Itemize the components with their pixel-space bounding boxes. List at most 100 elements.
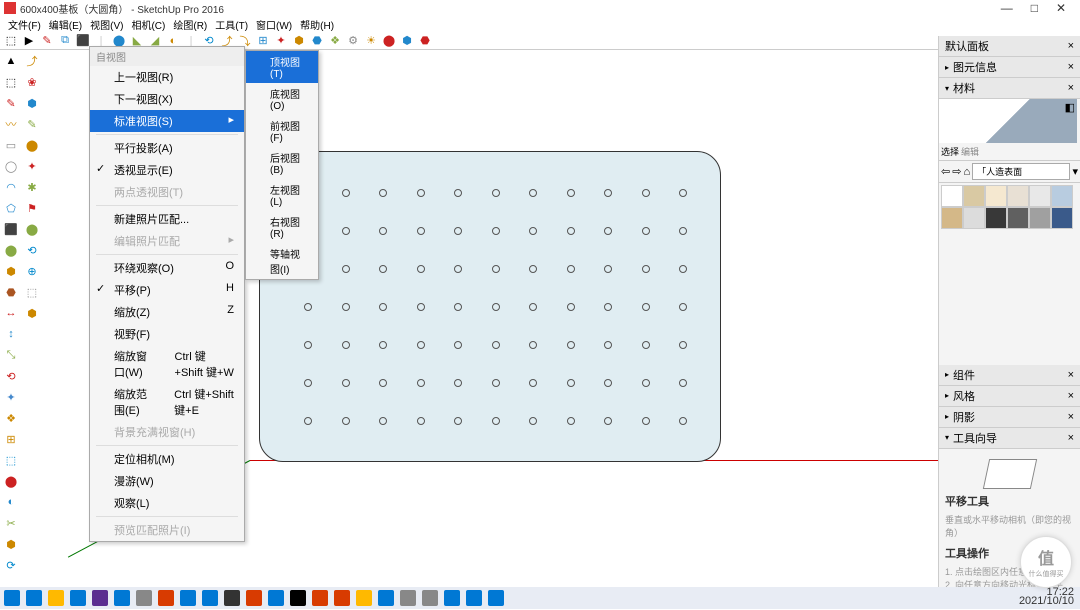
tool-icon-34[interactable]: ⟲ bbox=[23, 241, 41, 259]
submenu-item[interactable]: 底视图(O) bbox=[246, 83, 318, 115]
menu-item[interactable]: 上一视图(R) bbox=[90, 66, 244, 88]
taskbar-icon-19[interactable] bbox=[422, 590, 438, 606]
taskbar[interactable] bbox=[0, 587, 1080, 609]
taskbar-icon-3[interactable] bbox=[70, 590, 86, 606]
toolbar-icon-19[interactable]: ⚙ bbox=[346, 34, 360, 48]
menu-0[interactable]: 文件(F) bbox=[4, 16, 45, 32]
material-swatch[interactable] bbox=[1029, 185, 1051, 207]
menu-item[interactable]: ✓平移(P)H bbox=[90, 279, 244, 301]
menu-7[interactable]: 帮助(H) bbox=[296, 16, 338, 32]
material-swatch[interactable] bbox=[1051, 207, 1073, 229]
camera-menu[interactable]: 自视图 上一视图(R)下一视图(X)标准视图(S)▸平行投影(A)✓透视显示(E… bbox=[89, 46, 245, 542]
select-tab[interactable]: 选择 bbox=[941, 145, 959, 158]
tool-icon-2[interactable]: ✎ bbox=[2, 94, 20, 112]
taskbar-icon-4[interactable] bbox=[92, 590, 108, 606]
system-tray[interactable]: 17:22 2021/10/10 bbox=[1019, 588, 1074, 606]
taskbar-icon-2[interactable] bbox=[48, 590, 64, 606]
taskbar-icon-12[interactable] bbox=[268, 590, 284, 606]
tool-icon-10[interactable]: ⬢ bbox=[2, 262, 20, 280]
material-swatch[interactable] bbox=[1029, 207, 1051, 229]
tool-icon-7[interactable]: ⬠ bbox=[2, 199, 20, 217]
tool-icon-17[interactable]: ❖ bbox=[2, 409, 20, 427]
menu-item[interactable]: 标准视图(S)▸ bbox=[90, 110, 244, 132]
minimize-button[interactable]: — bbox=[1001, 1, 1013, 15]
taskbar-icon-20[interactable] bbox=[444, 590, 460, 606]
toolbar-icon-23[interactable]: ⬣ bbox=[418, 34, 432, 48]
tool-icon-25[interactable]: ⤴ bbox=[23, 52, 41, 70]
taskbar-icon-21[interactable] bbox=[466, 590, 482, 606]
menu-icon[interactable]: ▾ bbox=[1072, 165, 1078, 178]
taskbar-icon-0[interactable] bbox=[4, 590, 20, 606]
fwd-icon[interactable]: ⇨ bbox=[952, 165, 961, 178]
tool-icon-5[interactable]: ◯ bbox=[2, 157, 20, 175]
toolbar-icon-15[interactable]: ✦ bbox=[274, 34, 288, 48]
tool-icon-14[interactable]: ⤡ bbox=[2, 346, 20, 364]
taskbar-icon-10[interactable] bbox=[224, 590, 240, 606]
taskbar-icon-5[interactable] bbox=[114, 590, 130, 606]
toolbar-icon-20[interactable]: ☀ bbox=[364, 34, 378, 48]
toolbar-icon-4[interactable]: ⬛ bbox=[76, 34, 90, 48]
toolbar-icon-1[interactable]: ▶ bbox=[22, 34, 36, 48]
menu-item[interactable]: 环绕观察(O)O bbox=[90, 257, 244, 279]
tool-icon-19[interactable]: ⬚ bbox=[2, 451, 20, 469]
model-board[interactable] bbox=[259, 151, 721, 462]
standard-views-submenu[interactable]: 顶视图(T)底视图(O)前视图(F)后视图(B)左视图(L)右视图(R)等轴视图… bbox=[245, 50, 319, 280]
shadows-header[interactable]: ▸阴影× bbox=[939, 407, 1080, 428]
material-swatch[interactable] bbox=[1051, 185, 1073, 207]
tool-icon-28[interactable]: ✎ bbox=[23, 115, 41, 133]
menu-item[interactable]: 观察(L) bbox=[90, 492, 244, 514]
material-swatch[interactable] bbox=[985, 185, 1007, 207]
menu-1[interactable]: 编辑(E) bbox=[45, 16, 86, 32]
panel-close-icon[interactable]: × bbox=[1068, 40, 1074, 52]
toolbar-icon-14[interactable]: ⊞ bbox=[256, 34, 270, 48]
material-swatch[interactable] bbox=[985, 207, 1007, 229]
taskbar-icon-11[interactable] bbox=[246, 590, 262, 606]
taskbar-icon-15[interactable] bbox=[334, 590, 350, 606]
tool-icon-16[interactable]: ✦ bbox=[2, 388, 20, 406]
toolbar-icon-2[interactable]: ✎ bbox=[40, 34, 54, 48]
menu-item[interactable]: 缩放(Z)Z bbox=[90, 301, 244, 323]
menu-item[interactable]: 漫游(W) bbox=[90, 470, 244, 492]
tool-icon-36[interactable]: ⬚ bbox=[23, 283, 41, 301]
submenu-item[interactable]: 后视图(B) bbox=[246, 147, 318, 179]
submenu-item[interactable]: 左视图(L) bbox=[246, 179, 318, 211]
menu-item[interactable]: 平行投影(A) bbox=[90, 137, 244, 159]
tool-icon-21[interactable]: ◐ bbox=[2, 493, 20, 511]
tool-icon-20[interactable]: ⬤ bbox=[2, 472, 20, 490]
tool-icon-24[interactable]: ⟳ bbox=[2, 556, 20, 574]
tool-icon-37[interactable]: ⬢ bbox=[23, 304, 41, 322]
menu-item[interactable]: ✓透视显示(E) bbox=[90, 159, 244, 181]
taskbar-icon-7[interactable] bbox=[158, 590, 174, 606]
submenu-item[interactable]: 右视图(R) bbox=[246, 211, 318, 243]
toolbar-icon-22[interactable]: ⬢ bbox=[400, 34, 414, 48]
toolbar-icon-3[interactable]: ⧉ bbox=[58, 34, 72, 48]
taskbar-icon-1[interactable] bbox=[26, 590, 42, 606]
tool-icon-27[interactable]: ⬢ bbox=[23, 94, 41, 112]
material-swatch[interactable] bbox=[1007, 207, 1029, 229]
taskbar-icon-9[interactable] bbox=[202, 590, 218, 606]
tool-icon-32[interactable]: ⚑ bbox=[23, 199, 41, 217]
material-swatch[interactable] bbox=[941, 185, 963, 207]
tool-icon-22[interactable]: ✂ bbox=[2, 514, 20, 532]
tool-icon-8[interactable]: ⬛ bbox=[2, 220, 20, 238]
submenu-item[interactable]: 前视图(F) bbox=[246, 115, 318, 147]
menu-3[interactable]: 相机(C) bbox=[127, 16, 169, 32]
tool-icon-33[interactable]: ⬤ bbox=[23, 220, 41, 238]
entity-info-header[interactable]: ▸图元信息× bbox=[939, 57, 1080, 78]
tool-icon-13[interactable]: ↕ bbox=[2, 325, 20, 343]
taskbar-icon-13[interactable] bbox=[290, 590, 306, 606]
taskbar-icon-14[interactable] bbox=[312, 590, 328, 606]
material-category-select[interactable]: 「人造表面 bbox=[972, 163, 1070, 180]
material-create-icon[interactable]: ◧ bbox=[1065, 101, 1075, 114]
material-swatch[interactable] bbox=[963, 207, 985, 229]
tool-icon-11[interactable]: ⬣ bbox=[2, 283, 20, 301]
menu-item[interactable]: 定位相机(M) bbox=[90, 448, 244, 470]
taskbar-icon-17[interactable] bbox=[378, 590, 394, 606]
materials-header[interactable]: ▾材料× bbox=[939, 78, 1080, 99]
tool-icon-12[interactable]: ↔ bbox=[2, 304, 20, 322]
toolbar-icon-18[interactable]: ❖ bbox=[328, 34, 342, 48]
menu-5[interactable]: 工具(T) bbox=[211, 16, 252, 32]
tool-icon-29[interactable]: ⬤ bbox=[23, 136, 41, 154]
tool-icon-26[interactable]: ❀ bbox=[23, 73, 41, 91]
tool-icon-0[interactable]: ▲ bbox=[2, 52, 20, 70]
